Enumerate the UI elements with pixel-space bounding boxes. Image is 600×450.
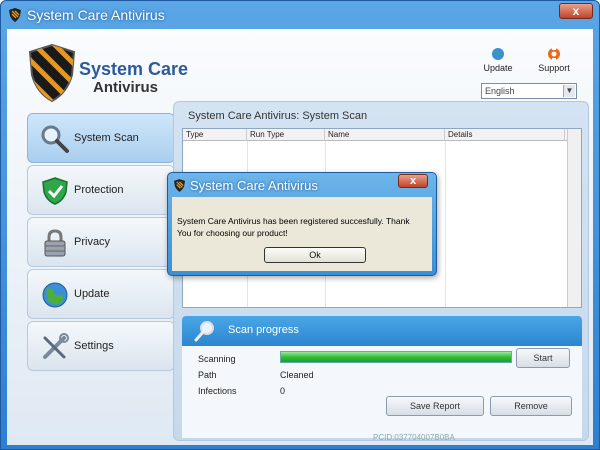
logo-shield-icon [28, 43, 76, 103]
path-value: Cleaned [280, 370, 314, 380]
logo-title: System Care [79, 59, 189, 79]
column-header-name[interactable]: Name [325, 129, 445, 141]
update-header-label: Update [483, 63, 513, 73]
globe-icon [42, 282, 68, 308]
dialog-title: System Care Antivirus [190, 178, 318, 193]
ok-button[interactable]: Ok [264, 247, 366, 263]
scan-progress-bar [280, 351, 512, 363]
padlock-icon [44, 229, 66, 257]
magnifier-icon [41, 125, 69, 153]
start-button[interactable]: Start [516, 348, 570, 368]
scan-progress-header: Scan progress [182, 316, 582, 346]
support-header-button[interactable]: Support [529, 47, 579, 73]
title-bar[interactable]: System Care Antivirus x [1, 1, 599, 29]
nav-item-protection[interactable]: Protection [27, 165, 175, 215]
dialog-message: System Care Antivirus has been registere… [177, 216, 410, 238]
dialog-close-button[interactable]: x [398, 174, 428, 188]
nav-item-privacy[interactable]: Privacy [27, 217, 175, 267]
tools-icon [43, 333, 69, 359]
table-scrollbar[interactable] [567, 129, 581, 307]
update-header-button[interactable]: Update [473, 47, 523, 73]
nav-item-update[interactable]: Update [27, 269, 175, 319]
scanning-label: Scanning [198, 354, 236, 364]
app-shield-icon [9, 8, 21, 22]
nav-label-update: Update [74, 288, 110, 300]
nav-item-system-scan[interactable]: System Scan [27, 113, 175, 163]
globe-update-icon [492, 48, 504, 60]
column-header-type[interactable]: Type [183, 129, 247, 141]
support-lifebuoy-icon [548, 47, 560, 61]
support-header-label: Support [538, 63, 570, 73]
app-shield-icon [174, 179, 185, 192]
scan-progress-body: Scanning Start Path Cleaned Infections 0… [182, 346, 582, 438]
table-header: Type Run Type Name Details [183, 129, 581, 141]
column-header-run-type[interactable]: Run Type [247, 129, 325, 141]
nav-label-settings: Settings [74, 340, 114, 352]
shield-check-icon [42, 177, 68, 205]
nav-label-privacy: Privacy [74, 236, 111, 248]
magnifier-icon [194, 321, 214, 342]
save-report-button[interactable]: Save Report [386, 396, 484, 416]
language-value: English [485, 86, 515, 96]
registration-dialog: System Care Antivirus x System Care Anti… [167, 172, 437, 276]
nav-item-settings[interactable]: Settings [27, 321, 175, 371]
pcid-text: PCID:037704007B0BA [373, 433, 455, 442]
infections-label: Infections [198, 386, 237, 396]
remove-button[interactable]: Remove [490, 396, 572, 416]
scan-progress-title: Scan progress [228, 324, 299, 336]
infections-value: 0 [280, 386, 286, 396]
nav-label-system-scan: System Scan [74, 132, 139, 144]
path-label: Path [198, 370, 217, 380]
dropdown-arrow-icon[interactable]: ▼ [563, 85, 575, 97]
nav-label-protection: Protection [74, 184, 124, 196]
logo-subtitle: Antivirus [93, 79, 159, 96]
language-select[interactable]: English ▼ [481, 83, 577, 99]
scan-panel-title: System Care Antivirus: System Scan [188, 110, 368, 122]
column-header-details[interactable]: Details [445, 129, 565, 141]
window-title: System Care Antivirus [27, 7, 165, 23]
column-divider [445, 141, 446, 307]
window-close-button[interactable]: x [559, 3, 593, 19]
